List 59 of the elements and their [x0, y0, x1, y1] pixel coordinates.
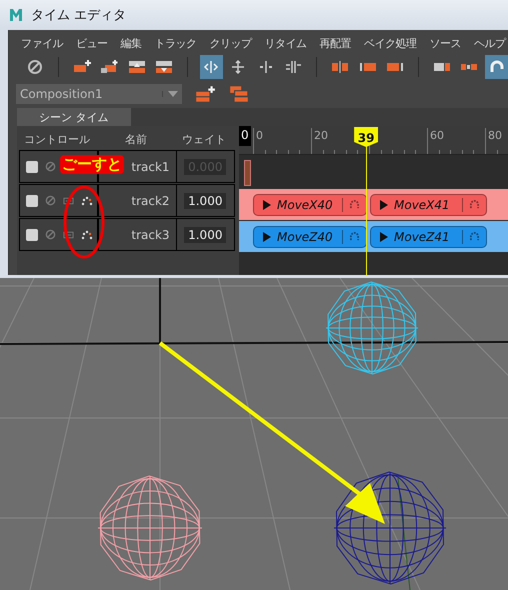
ghost-icon — [349, 232, 360, 241]
ruler-label: 0 — [256, 129, 263, 142]
start-frame: 0 — [239, 126, 251, 146]
layer-icon[interactable] — [63, 196, 74, 204]
column-header: コントロール — [23, 132, 91, 146]
magnet-icon[interactable] — [485, 55, 508, 79]
menu-item[interactable]: 編集 — [120, 36, 142, 54]
menu-item[interactable]: ヘルプ — [474, 36, 506, 54]
playhead[interactable]: 39 — [354, 127, 378, 147]
track-name: track2 — [131, 194, 170, 208]
mute-icon[interactable] — [45, 161, 56, 172]
menu-item[interactable]: クリップ — [210, 36, 252, 54]
layer-icon[interactable] — [63, 230, 74, 238]
add-composition-icon[interactable] — [194, 85, 216, 103]
menu-item[interactable]: ファイル — [21, 36, 63, 54]
caret-icon — [162, 91, 178, 97]
composition-dropdown[interactable]: Composition1 — [16, 84, 182, 104]
track-row[interactable]: track2 1.000 — [19, 184, 235, 217]
play-icon — [380, 200, 388, 210]
column-header: 名前 — [124, 132, 148, 146]
ruler-label: 60 — [430, 129, 444, 142]
play-icon — [380, 232, 388, 242]
ghost-icon — [469, 200, 480, 209]
weight-field[interactable]: 1.000 — [184, 192, 226, 208]
composition-list-icon[interactable] — [228, 85, 250, 103]
group-marker — [244, 160, 251, 186]
clip[interactable]: MoveX41 — [370, 194, 487, 216]
ghost-icon — [469, 232, 480, 241]
ghost-icon — [349, 200, 360, 209]
ruler-label: 80 — [488, 129, 502, 142]
play-icon — [263, 200, 271, 210]
toolbar-icon[interactable] — [200, 55, 223, 79]
ruler-label: 20 — [314, 129, 328, 142]
menu-item[interactable]: ソース — [430, 36, 461, 54]
track-name: track1 — [131, 160, 170, 174]
clip[interactable]: MoveZ41 — [370, 226, 487, 248]
menu-item[interactable]: リタイム — [264, 36, 306, 54]
annotation-label: ごーすと — [60, 155, 124, 174]
play-icon — [263, 232, 271, 242]
clip[interactable]: MoveZ40 — [253, 226, 367, 248]
window-title: タイム エディタ — [31, 7, 126, 24]
menu-item[interactable]: ベイク処理 — [364, 36, 416, 54]
checkbox[interactable] — [26, 160, 38, 172]
ghost-icon[interactable] — [81, 196, 93, 206]
checkbox[interactable] — [26, 228, 38, 240]
menu-item[interactable]: トラック — [154, 36, 196, 54]
menu-item[interactable]: ビュー — [76, 36, 108, 54]
mute-icon[interactable] — [45, 229, 56, 240]
column-header: ウェイト — [181, 132, 227, 146]
mute-icon[interactable] — [45, 195, 56, 206]
clip[interactable]: MoveX40 — [253, 194, 367, 216]
tab[interactable]: シーン タイム — [17, 108, 130, 126]
ghost-icon[interactable] — [81, 230, 93, 240]
checkbox[interactable] — [26, 194, 38, 206]
menu-item[interactable]: 再配置 — [320, 36, 351, 54]
weight-field[interactable]: 1.000 — [184, 226, 226, 242]
track-name: track3 — [131, 228, 170, 242]
logo-icon — [9, 8, 23, 22]
track-row[interactable]: track3 1.000 — [19, 218, 235, 251]
